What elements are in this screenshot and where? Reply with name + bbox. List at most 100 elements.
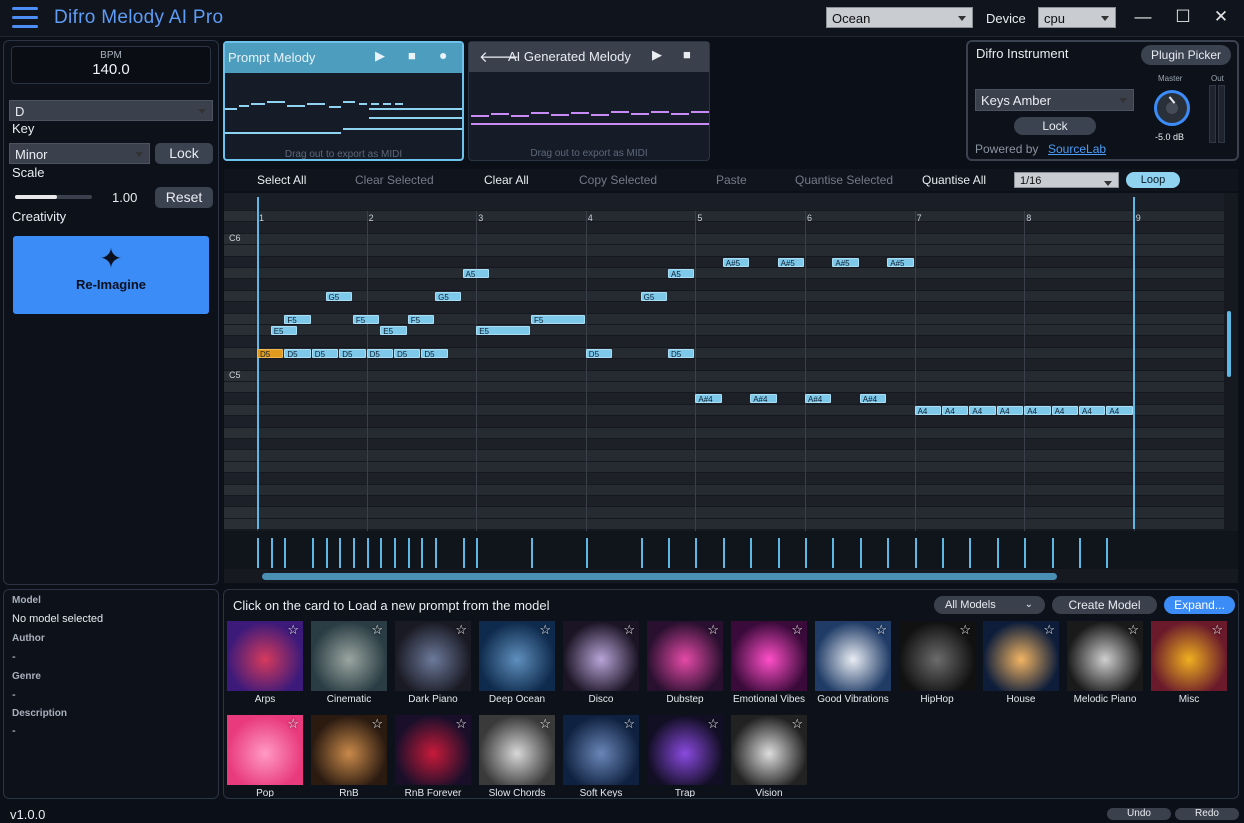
piano-key[interactable] xyxy=(224,496,255,508)
piano-key[interactable] xyxy=(224,336,255,348)
clear-selected-button[interactable]: Clear Selected xyxy=(355,173,434,187)
redo-button[interactable]: Redo xyxy=(1175,808,1239,820)
loop-marker[interactable] xyxy=(257,197,259,529)
midi-note[interactable]: A#4 xyxy=(805,394,832,404)
midi-note[interactable]: D5 xyxy=(284,348,311,358)
model-card[interactable]: ☆ Melodic Piano xyxy=(1067,621,1143,705)
preset-select[interactable]: Keys Amber xyxy=(975,89,1134,111)
piano-key[interactable] xyxy=(224,347,255,360)
favorite-star-icon[interactable]: ☆ xyxy=(1127,622,1139,638)
minimize-icon[interactable]: — xyxy=(1134,8,1152,26)
grid-select[interactable]: 1/16 xyxy=(1014,172,1119,188)
midi-note[interactable]: A4 xyxy=(1024,405,1051,415)
velocity-bar[interactable] xyxy=(380,538,383,568)
midi-note[interactable]: A#4 xyxy=(750,394,777,404)
velocity-bar[interactable] xyxy=(352,538,355,568)
midi-note[interactable]: A4 xyxy=(969,405,996,415)
favorite-star-icon[interactable]: ☆ xyxy=(371,716,383,732)
velocity-bar[interactable] xyxy=(640,538,643,568)
reimagine-button[interactable]: ✦ Re-Imagine xyxy=(13,236,209,314)
velocity-bar[interactable] xyxy=(996,538,999,568)
velocity-bar[interactable] xyxy=(722,538,725,568)
vertical-scrollbar[interactable] xyxy=(1227,311,1231,377)
velocity-bar[interactable] xyxy=(284,538,287,568)
favorite-star-icon[interactable]: ☆ xyxy=(287,716,299,732)
piano-key[interactable] xyxy=(224,473,255,485)
midi-note[interactable]: A4 xyxy=(996,405,1024,415)
midi-note[interactable]: A4 xyxy=(1079,405,1106,415)
piano-key[interactable] xyxy=(224,279,255,291)
reset-button[interactable]: Reset xyxy=(155,187,213,208)
model-card[interactable]: ☆ Misc xyxy=(1151,621,1227,705)
favorite-star-icon[interactable]: ☆ xyxy=(539,622,551,638)
midi-note[interactable]: D5 xyxy=(257,348,284,358)
midi-note[interactable]: D5 xyxy=(421,348,448,358)
favorite-star-icon[interactable]: ☆ xyxy=(791,622,803,638)
midi-note[interactable]: G5 xyxy=(640,291,667,301)
favorite-star-icon[interactable]: ☆ xyxy=(539,716,551,732)
midi-note[interactable]: F5 xyxy=(284,314,311,324)
velocity-bar[interactable] xyxy=(366,538,369,568)
model-card[interactable]: ☆ Deep Ocean xyxy=(479,621,555,705)
model-card[interactable]: ☆ RnB xyxy=(311,715,387,797)
velocity-bar[interactable] xyxy=(1106,538,1109,568)
model-card[interactable]: ☆ Cinematic xyxy=(311,621,387,705)
velocity-bar[interactable] xyxy=(531,538,533,568)
velocity-bar[interactable] xyxy=(257,538,259,568)
midi-note[interactable]: F5 xyxy=(407,314,435,324)
piano-key[interactable] xyxy=(224,290,255,303)
midi-note[interactable]: A4 xyxy=(942,405,969,415)
midi-note[interactable]: E5 xyxy=(476,326,530,335)
model-card[interactable]: ☆ Dubstep xyxy=(647,621,723,705)
model-card[interactable]: ☆ Good Vibrations xyxy=(815,621,891,705)
velocity-bar[interactable] xyxy=(832,538,835,568)
midi-note[interactable]: D5 xyxy=(311,348,339,358)
velocity-bar[interactable] xyxy=(969,538,972,568)
midi-note[interactable]: A5 xyxy=(462,269,489,278)
favorite-star-icon[interactable]: ☆ xyxy=(371,622,383,638)
piano-key[interactable] xyxy=(224,313,255,325)
create-model-button[interactable]: Create Model xyxy=(1052,596,1157,614)
loop-toggle[interactable]: Loop xyxy=(1126,172,1180,188)
favorite-star-icon[interactable]: ☆ xyxy=(1043,622,1055,638)
favorite-star-icon[interactable]: ☆ xyxy=(959,622,971,638)
quantise-selected-button[interactable]: Quantise Selected xyxy=(795,173,893,187)
favorite-star-icon[interactable]: ☆ xyxy=(707,716,719,732)
model-card[interactable]: ☆ Arps xyxy=(227,621,303,705)
midi-note[interactable]: D5 xyxy=(668,348,695,358)
piano-key[interactable] xyxy=(224,268,255,280)
device-select[interactable]: cpu xyxy=(1038,7,1116,28)
undo-button[interactable]: Undo xyxy=(1107,808,1171,820)
velocity-bar[interactable] xyxy=(695,538,698,568)
piano-key[interactable] xyxy=(224,427,255,439)
velocity-bar[interactable] xyxy=(1051,538,1054,568)
velocity-bar[interactable] xyxy=(585,538,588,568)
piano-key[interactable] xyxy=(224,484,255,496)
piano-key[interactable] xyxy=(224,211,255,223)
model-card[interactable]: ☆ Soft Keys xyxy=(563,715,639,797)
favorite-star-icon[interactable]: ☆ xyxy=(707,622,719,638)
velocity-bar[interactable] xyxy=(325,538,328,568)
piano-key[interactable] xyxy=(224,439,255,451)
piano-key[interactable] xyxy=(224,256,255,268)
piano-key[interactable] xyxy=(224,507,255,519)
velocity-bar[interactable] xyxy=(777,538,780,568)
midi-note[interactable]: A4 xyxy=(1106,405,1133,415)
model-card[interactable]: ☆ Trap xyxy=(647,715,723,797)
model-card[interactable]: ☆ RnB Forever xyxy=(395,715,471,797)
midi-note[interactable]: G5 xyxy=(435,291,462,301)
piano-key[interactable] xyxy=(224,404,255,417)
favorite-star-icon[interactable]: ☆ xyxy=(455,716,467,732)
midi-note[interactable]: A#4 xyxy=(695,394,722,404)
favorite-star-icon[interactable]: ☆ xyxy=(623,622,635,638)
midi-note[interactable]: A#5 xyxy=(722,257,750,267)
favorite-star-icon[interactable]: ☆ xyxy=(623,716,635,732)
midi-note[interactable]: E5 xyxy=(380,326,407,335)
velocity-bar[interactable] xyxy=(887,538,890,568)
velocity-bar[interactable] xyxy=(462,538,465,568)
preset-lock-button[interactable]: Lock xyxy=(1014,117,1096,135)
favorite-star-icon[interactable]: ☆ xyxy=(791,716,803,732)
midi-note[interactable]: E5 xyxy=(270,326,298,335)
prompt-melody-panel[interactable]: Prompt Melody ▶ ■ ● Drag out to export a… xyxy=(223,41,464,161)
piano-key[interactable] xyxy=(224,325,255,337)
